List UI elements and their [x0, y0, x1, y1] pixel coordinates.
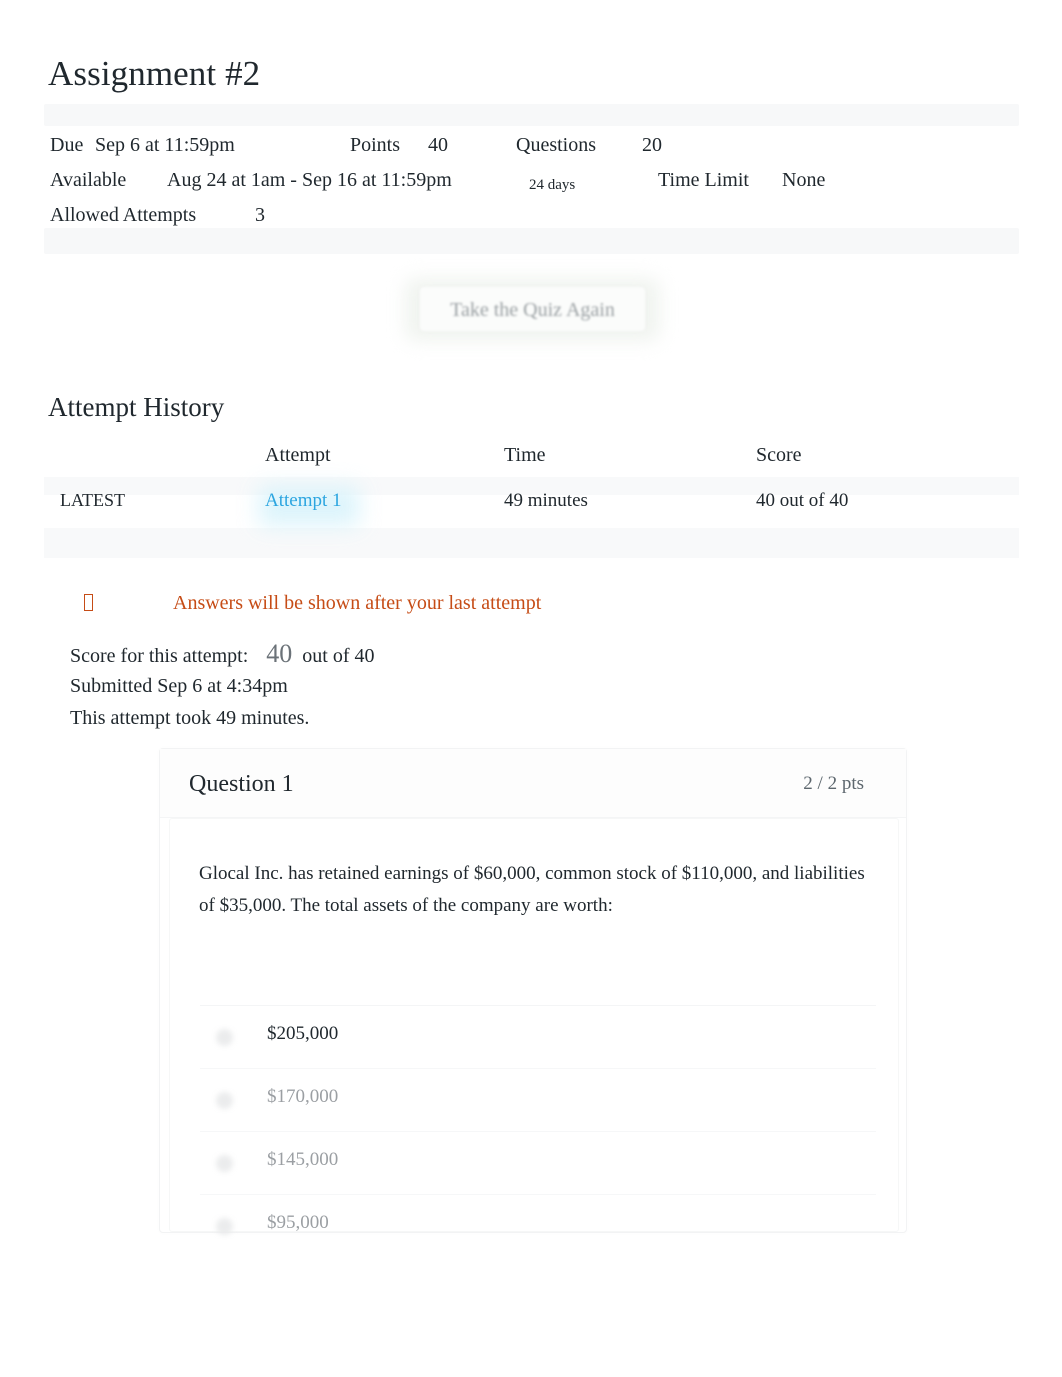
- meta-row-available: Available Aug 24 at 1am - Sep 16 at 11:5…: [50, 163, 1010, 198]
- meta-row-due: Due Sep 6 at 11:59pm Points 40 Questions…: [50, 128, 1010, 163]
- column-header-attempt: Attempt: [265, 444, 331, 466]
- available-value: Aug 24 at 1am - Sep 16 at 11:59pm: [167, 169, 452, 191]
- column-header-score: Score: [756, 444, 802, 466]
- question-header: Question 1 2 / 2 pts: [160, 749, 906, 818]
- warning-icon: [84, 594, 93, 611]
- column-header-time: Time: [504, 444, 546, 466]
- due-value: Sep 6 at 11:59pm: [95, 134, 235, 156]
- answer-label: $95,000: [267, 1212, 329, 1233]
- score-label: Score for this attempt:: [70, 645, 249, 667]
- score-value: 40: [266, 639, 293, 668]
- available-label: Available: [50, 169, 127, 191]
- quiz-meta: Due Sep 6 at 11:59pm Points 40 Questions…: [50, 128, 1010, 233]
- take-quiz-again-button[interactable]: Take the Quiz Again: [419, 286, 646, 332]
- time-limit-value: None: [782, 169, 826, 191]
- time-limit-label: Time Limit: [658, 169, 749, 191]
- radio-button-icon[interactable]: [216, 1029, 233, 1046]
- answer-label: $205,000: [267, 1023, 339, 1044]
- questions-value: 20: [642, 134, 662, 156]
- answers-notice: Answers will be shown after your last at…: [84, 589, 541, 617]
- score-suffix: out of 40: [302, 645, 375, 667]
- question-card: Question 1 2 / 2 pts Glocal Inc. has ret…: [159, 748, 907, 1235]
- attempt-history-heading: Attempt History: [48, 392, 225, 422]
- attempt-score-cell: 40 out of 40: [756, 490, 849, 511]
- radio-button-icon[interactable]: [216, 1218, 233, 1235]
- duration-line: This attempt took 49 minutes.: [70, 707, 310, 729]
- question-name: Question 1: [189, 771, 294, 797]
- answer-label: $145,000: [267, 1149, 339, 1170]
- table-footer-band: [44, 528, 1019, 558]
- questions-label: Questions: [516, 134, 596, 156]
- points-label: Points: [350, 134, 401, 156]
- points-value: 40: [428, 134, 448, 156]
- table-row: LATEST Attempt 1 49 minutes 40 out of 40: [44, 486, 1019, 530]
- attempt-1-link[interactable]: Attempt 1: [265, 490, 342, 511]
- question-text: Glocal Inc. has retained earnings of $60…: [199, 863, 865, 916]
- answer-option[interactable]: $95,000: [200, 1194, 876, 1257]
- attempt-time-cell: 49 minutes: [504, 490, 588, 511]
- submitted-line: Submitted Sep 6 at 4:34pm: [70, 675, 288, 697]
- attempt-link-cell: Attempt 1: [265, 490, 342, 512]
- attempt-summary: Score for this attempt: 40 out of 40 Submi…: [70, 638, 375, 734]
- table-header-row: Attempt Time Score: [44, 444, 1019, 477]
- answer-option[interactable]: $205,000: [200, 1005, 876, 1068]
- radio-button-icon[interactable]: [216, 1092, 233, 1109]
- question-body: Glocal Inc. has retained earnings of $60…: [169, 818, 899, 1235]
- take-quiz-again-wrapper: Take the Quiz Again: [405, 278, 660, 341]
- page-title: Assignment #2: [48, 54, 261, 93]
- quiz-results-page: Assignment #2 Due Sep 6 at 11:59pm Point…: [0, 0, 1062, 1377]
- attempt-history-table: Attempt Time Score LATEST Attempt 1 49 m…: [44, 444, 1019, 530]
- answer-option[interactable]: $145,000: [200, 1131, 876, 1194]
- score-line: Score for this attempt: 40 out of 40: [70, 638, 375, 670]
- radio-button-icon[interactable]: [216, 1155, 233, 1172]
- meta-divider-band: [44, 228, 1019, 254]
- header-divider-band: [44, 104, 1019, 126]
- answer-label: $170,000: [267, 1086, 339, 1107]
- question-points: 2 / 2 pts: [803, 773, 864, 794]
- answer-option[interactable]: $170,000: [200, 1068, 876, 1131]
- latest-badge: LATEST: [60, 490, 125, 510]
- answer-list: $205,000 $170,000 $145,000 $95,000: [200, 1005, 876, 1257]
- answers-notice-text: Answers will be shown after your last at…: [173, 592, 542, 614]
- due-label: Due: [50, 134, 84, 156]
